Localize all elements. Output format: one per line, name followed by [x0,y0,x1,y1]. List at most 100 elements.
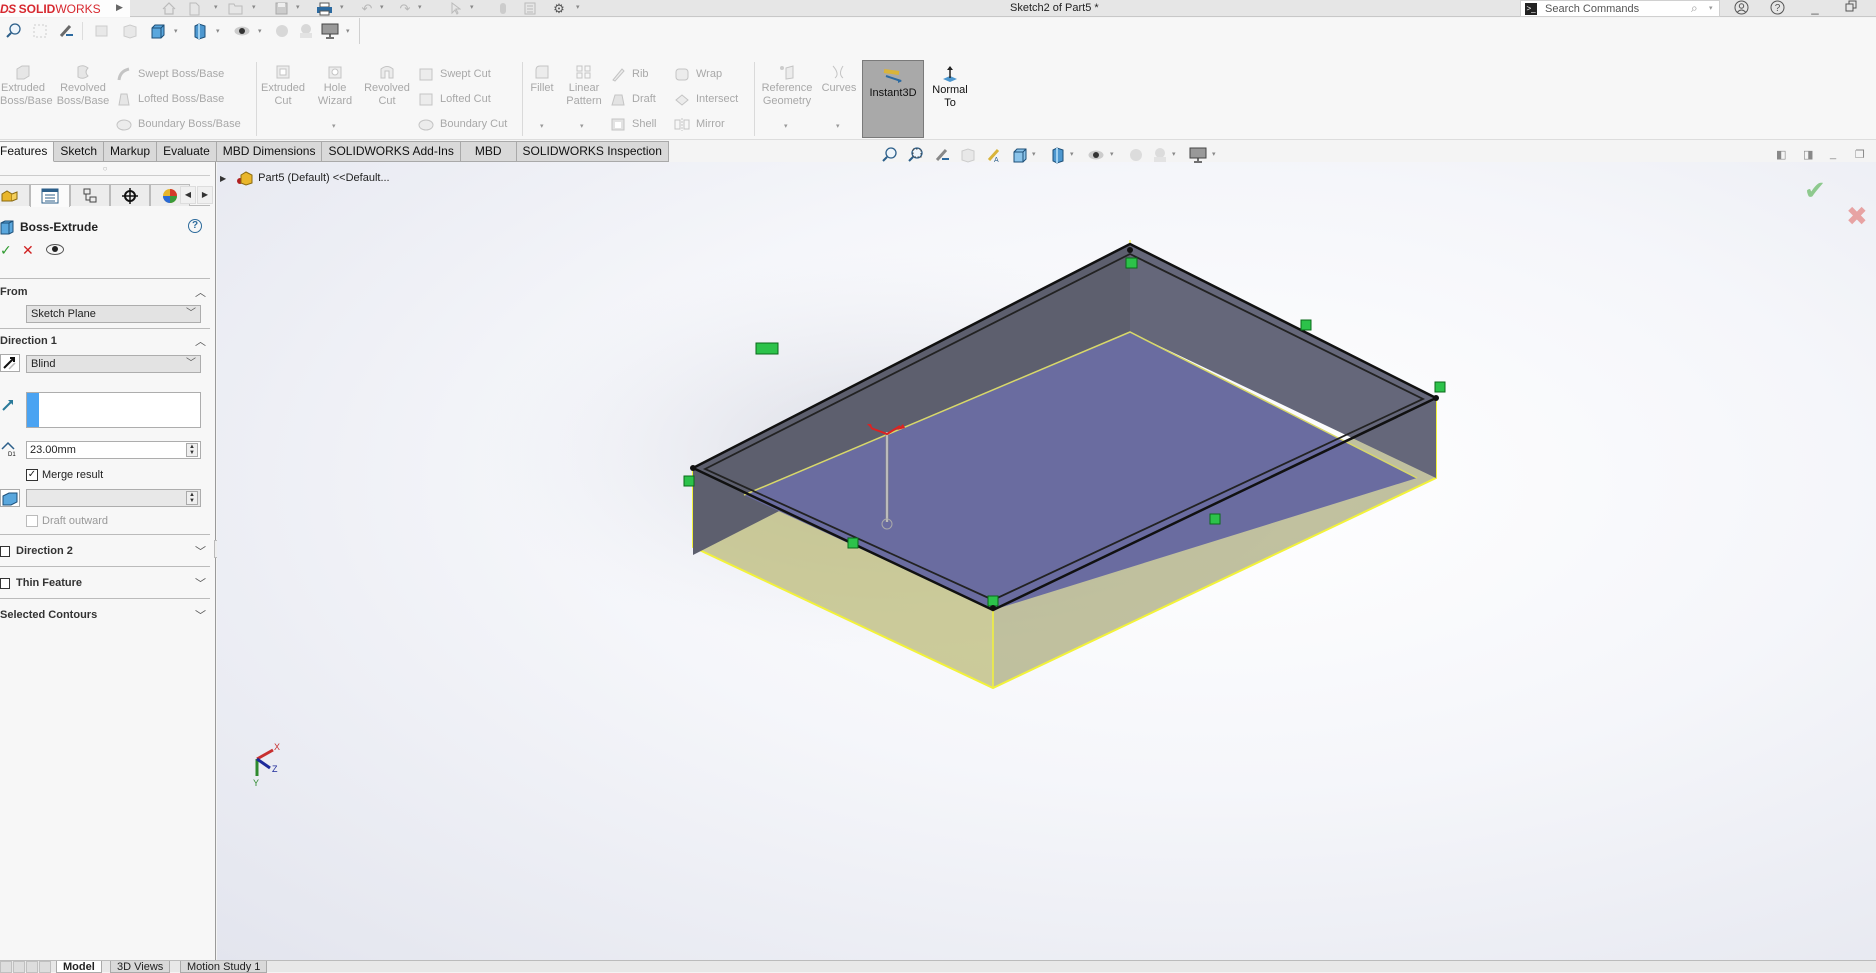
redo-icon[interactable]: ↷ [396,0,414,17]
previous-view-icon[interactable] [56,22,76,40]
cancel-button[interactable]: ✕ [22,242,34,259]
swept-boss-base-button[interactable]: Swept Boss/Base [116,64,224,84]
draft-outward-checkbox[interactable]: Draft outward [26,513,108,529]
open-dropdown-caret-icon[interactable]: ▾ [252,3,256,11]
graphics-area[interactable]: X Y Z [217,162,1876,960]
direction1-group-header[interactable]: Direction 1 ︿ [0,333,210,351]
view-settings-icon[interactable] [320,22,340,40]
display-style-icon[interactable] [1048,145,1068,165]
confirmation-corner-ok-icon[interactable]: ✔ [1804,175,1826,206]
thin-feature-checkbox[interactable] [0,578,10,589]
property-manager-tab[interactable] [30,184,70,207]
boundary-cut-button[interactable]: Boundary Cut [418,114,507,134]
apply-scene-icon[interactable] [1150,145,1170,165]
select-dropdown-caret-icon[interactable]: ▾ [470,3,474,11]
ok-button[interactable]: ✓ [0,242,12,259]
feature-manager-tab[interactable] [0,184,30,206]
reference-geometry-button[interactable]: Reference Geometry [758,64,816,108]
zoom-to-area-icon[interactable] [30,22,50,40]
view-settings-icon[interactable] [1188,145,1208,165]
zoom-to-fit-icon[interactable] [4,22,24,40]
options-gear-icon[interactable]: ⚙ [550,0,568,17]
tab-features[interactable]: Features [0,141,55,162]
selected-contours-group-header[interactable]: Selected Contours ﹀ [0,607,210,625]
boundary-boss-base-button[interactable]: Boundary Boss/Base [116,114,241,134]
print-icon[interactable] [314,0,334,17]
detailed-preview-eye-icon[interactable] [46,244,64,255]
end-condition-select[interactable]: Blind ﹀ [26,355,201,373]
tab-solidworks-add-ins[interactable]: SOLIDWORKS Add-Ins [322,141,461,162]
panel-splitter-handle[interactable]: ○ [0,164,210,176]
tab-scroll-left-icon[interactable]: ◀ [180,186,196,204]
expand-chevron-down-icon[interactable]: ﹀ [195,607,206,623]
view-orientation-caret-icon[interactable]: ▾ [1032,150,1036,158]
last-tab-nav-icon[interactable] [39,961,51,973]
options-dropdown-caret-icon[interactable]: ▾ [576,3,580,11]
hide-show-caret-icon[interactable]: ▾ [1110,150,1114,158]
expand-chevron-down-icon[interactable]: ﹀ [195,543,206,559]
revolved-boss-base-button[interactable]: Revolved Boss/Base [56,64,110,108]
apply-scene-caret-icon[interactable]: ▾ [1172,150,1176,158]
reference-geometry-caret-icon[interactable]: ▾ [784,122,788,130]
draft-button[interactable]: Draft [610,89,656,109]
help-icon[interactable]: ? [1766,0,1788,17]
print-dropdown-caret-icon[interactable]: ▾ [340,3,344,11]
instant3d-toggle[interactable]: Instant3D [862,60,924,138]
tab-mbd[interactable]: MBD [460,141,517,162]
tab-3d-views[interactable]: 3D Views [110,961,171,973]
direction-selection-box[interactable] [26,392,201,428]
new-dropdown-caret-icon[interactable]: ▾ [214,3,218,11]
merge-result-checkbox[interactable]: ✓ Merge result [26,467,103,483]
revolved-cut-button[interactable]: Revolved Cut [362,64,412,108]
linear-pattern-caret-icon[interactable]: ▾ [580,122,584,130]
tab-evaluate[interactable]: Evaluate [157,141,217,162]
collapse-chevron-up-icon[interactable]: ︿ [195,333,206,349]
lofted-boss-base-button[interactable]: Lofted Boss/Base [116,89,224,109]
shell-button[interactable]: Shell [610,114,656,134]
undo-dropdown-caret-icon[interactable]: ▾ [380,3,384,11]
search-dropdown-caret-icon[interactable]: ▾ [1709,4,1713,12]
tile-left-icon[interactable]: ◧ [1776,148,1786,161]
restore-window-icon[interactable] [1840,0,1862,17]
dynamic-annotation-views-icon[interactable]: A [984,145,1004,165]
reverse-direction-icon[interactable] [0,354,20,372]
feature-tree-root[interactable]: ▶ Part5 (Default) <<Default... [220,169,390,187]
from-group-header[interactable]: From ︿ [0,284,210,302]
lofted-cut-button[interactable]: Lofted Cut [418,89,491,109]
previous-view-icon[interactable] [932,145,952,165]
hide-show-items-icon[interactable] [232,22,252,40]
view-orientation-caret-icon[interactable]: ▾ [174,27,178,35]
home-icon[interactable] [160,0,178,17]
section-view-icon[interactable] [958,145,978,165]
hide-show-caret-icon[interactable]: ▾ [258,27,262,35]
draft-toggle-icon[interactable] [0,489,20,507]
user-account-icon[interactable] [1730,0,1752,17]
minimize-viewport-icon[interactable]: _ [1830,148,1836,160]
next-tab-nav-icon[interactable] [26,961,38,973]
restore-viewport-icon[interactable]: ❐ [1855,148,1865,161]
expand-arrow-icon[interactable]: ▶ [220,174,226,183]
save-icon[interactable] [272,0,290,17]
intersect-button[interactable]: Intersect [674,89,738,109]
tile-right-icon[interactable]: ◨ [1803,148,1813,161]
display-style-caret-icon[interactable]: ▾ [1070,150,1074,158]
zoom-to-area-icon[interactable] [906,145,926,165]
tab-mbd-dimensions[interactable]: MBD Dimensions [216,141,323,162]
extruded-cut-button[interactable]: Extruded Cut [260,64,306,108]
tab-sketch[interactable]: Sketch [54,141,105,162]
file-properties-icon[interactable] [522,0,538,17]
tab-solidworks-inspection[interactable]: SOLIDWORKS Inspection [516,141,669,162]
minimize-window-icon[interactable]: _ [1804,0,1826,17]
normal-to-button[interactable]: Normal To [930,64,970,110]
direction2-checkbox[interactable] [0,546,10,557]
collapse-chevron-up-icon[interactable]: ︿ [195,284,206,300]
zoom-to-fit-icon[interactable] [880,145,900,165]
linear-pattern-button[interactable]: Linear Pattern [562,64,606,108]
fillet-caret-icon[interactable]: ▾ [540,122,544,130]
undo-icon[interactable]: ↶ [358,0,376,17]
menu-expand-arrow-icon[interactable]: ▶ [116,2,126,14]
tab-model[interactable]: Model [56,961,102,973]
apply-scene-icon[interactable] [296,22,316,40]
swept-cut-button[interactable]: Swept Cut [418,64,491,84]
first-tab-nav-icon[interactable] [0,961,12,973]
